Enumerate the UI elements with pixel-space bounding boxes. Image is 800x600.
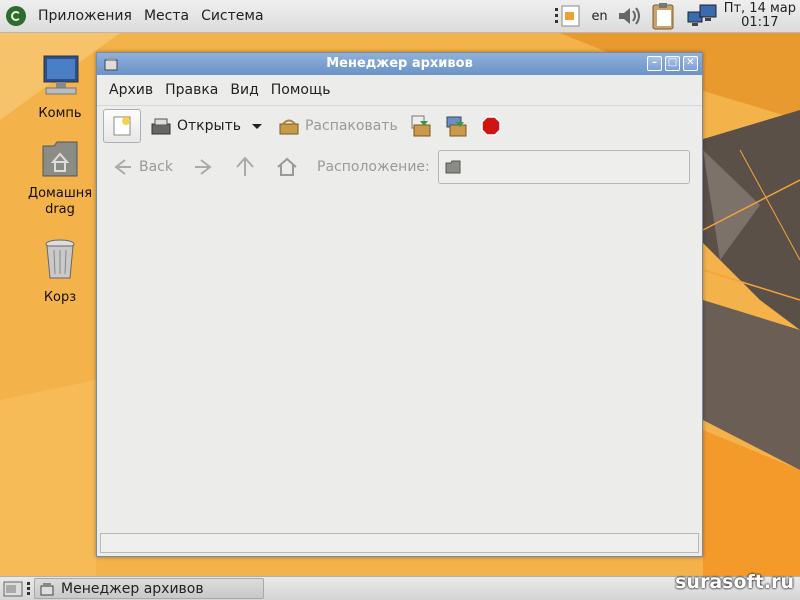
clock-date: Пт, 14 мар <box>723 1 796 16</box>
up-button[interactable] <box>233 155 257 179</box>
open-button[interactable]: Открыть <box>149 110 241 142</box>
clock[interactable]: Пт, 14 мар 01:17 <box>724 2 796 30</box>
back-label: Back <box>139 159 173 175</box>
panel-handle-icon[interactable] <box>26 581 32 597</box>
archive-manager-window: Менеджер архивов – □ ✕ Архив Правка Вид … <box>96 52 703 557</box>
window-title: Менеджер архивов <box>326 56 473 71</box>
home-icon <box>277 157 297 176</box>
forward-arrow-icon <box>195 159 212 175</box>
back-arrow-icon <box>114 159 131 175</box>
back-button[interactable]: Back <box>111 156 173 178</box>
trash-icon <box>45 239 75 279</box>
location-field[interactable] <box>437 150 690 184</box>
add-folder-button[interactable] <box>444 110 470 142</box>
menu-system[interactable]: Система <box>201 8 263 24</box>
open-archive-icon <box>151 118 171 135</box>
menu-help[interactable]: Помощь <box>265 82 337 98</box>
stop-icon <box>480 116 501 136</box>
desktop-label-trash: Корз <box>43 290 77 305</box>
panel-menubar: Приложения Места Система <box>6 0 264 32</box>
main-toolbar: Открыть Распаковать <box>97 105 702 146</box>
desktop-label-home-2: drag <box>45 202 75 217</box>
up-arrow-icon <box>236 156 254 176</box>
menu-applications[interactable]: Приложения <box>38 8 132 24</box>
keyboard-layout-indicator[interactable]: en <box>591 9 607 24</box>
top-panel: Приложения Места Система en Пт, 14 мар 0… <box>0 0 800 33</box>
maximize-button[interactable]: □ <box>665 56 680 71</box>
taskbar-item-label: Менеджер архивов <box>61 580 204 597</box>
distro-logo-icon[interactable] <box>6 6 26 26</box>
new-archive-button[interactable] <box>103 109 141 143</box>
menu-archive[interactable]: Архив <box>103 82 159 98</box>
window-titlebar[interactable]: Менеджер архивов – □ ✕ <box>97 53 702 75</box>
close-button[interactable]: ✕ <box>683 56 698 71</box>
menu-places[interactable]: Места <box>144 8 189 24</box>
desktop-icon-home[interactable]: Домашня drag <box>20 136 100 218</box>
close-icon: ✕ <box>686 57 695 68</box>
status-bar <box>100 533 699 553</box>
menu-view[interactable]: Вид <box>224 82 264 98</box>
new-document-icon <box>113 116 131 136</box>
archive-manager-icon <box>40 582 54 595</box>
show-desktop-icon[interactable] <box>3 580 23 598</box>
minimize-icon: – <box>652 57 657 68</box>
desktop-label-computer: Компь <box>38 106 82 121</box>
location-label: Расположение: <box>317 159 430 175</box>
watermark: surasoft.ru <box>675 571 794 593</box>
add-folder-icon <box>446 116 467 137</box>
extract-icon <box>279 119 299 135</box>
desktop-icon-computer[interactable]: Компь <box>20 52 100 122</box>
extract-button[interactable]: Распаковать <box>277 110 398 142</box>
computer-icon <box>43 55 79 95</box>
stop-button[interactable] <box>480 110 502 142</box>
location-bar: Back Расположение: <box>97 146 702 188</box>
add-files-icon <box>411 115 431 137</box>
volume-icon[interactable] <box>616 4 642 28</box>
bottom-panel: Менеджер архивов surasoft.ru <box>0 571 800 600</box>
archive-content-area[interactable] <box>98 189 701 531</box>
minimize-button[interactable]: – <box>647 56 662 71</box>
menu-edit[interactable]: Правка <box>159 82 224 98</box>
desktop-icon-trash[interactable]: Корз <box>20 236 100 306</box>
clock-time: 01:17 <box>741 15 779 30</box>
chevron-down-icon <box>251 124 262 129</box>
system-tray: en Пт, 14 мар 01:17 <box>545 0 800 32</box>
notes-icon[interactable] <box>553 4 583 28</box>
extract-label: Распаковать <box>304 118 398 134</box>
maximize-icon: □ <box>667 57 678 68</box>
home-button[interactable] <box>275 156 299 178</box>
open-label: Открыть <box>177 118 241 134</box>
add-files-button[interactable] <box>408 110 434 142</box>
window-controls: – □ ✕ <box>647 56 698 71</box>
network-icon[interactable] <box>686 2 718 30</box>
window-menubar: Архив Правка Вид Помощь <box>97 75 702 105</box>
desktop-label-home-1: Домашня <box>27 186 93 201</box>
window-app-icon[interactable] <box>103 56 119 72</box>
clipboard-icon[interactable] <box>650 1 678 31</box>
home-folder-icon <box>42 141 78 177</box>
taskbar-item-archive-manager[interactable]: Менеджер архивов <box>34 578 264 599</box>
open-recent-dropdown[interactable] <box>251 110 263 142</box>
folder-icon <box>445 160 461 174</box>
forward-button[interactable] <box>191 156 215 178</box>
